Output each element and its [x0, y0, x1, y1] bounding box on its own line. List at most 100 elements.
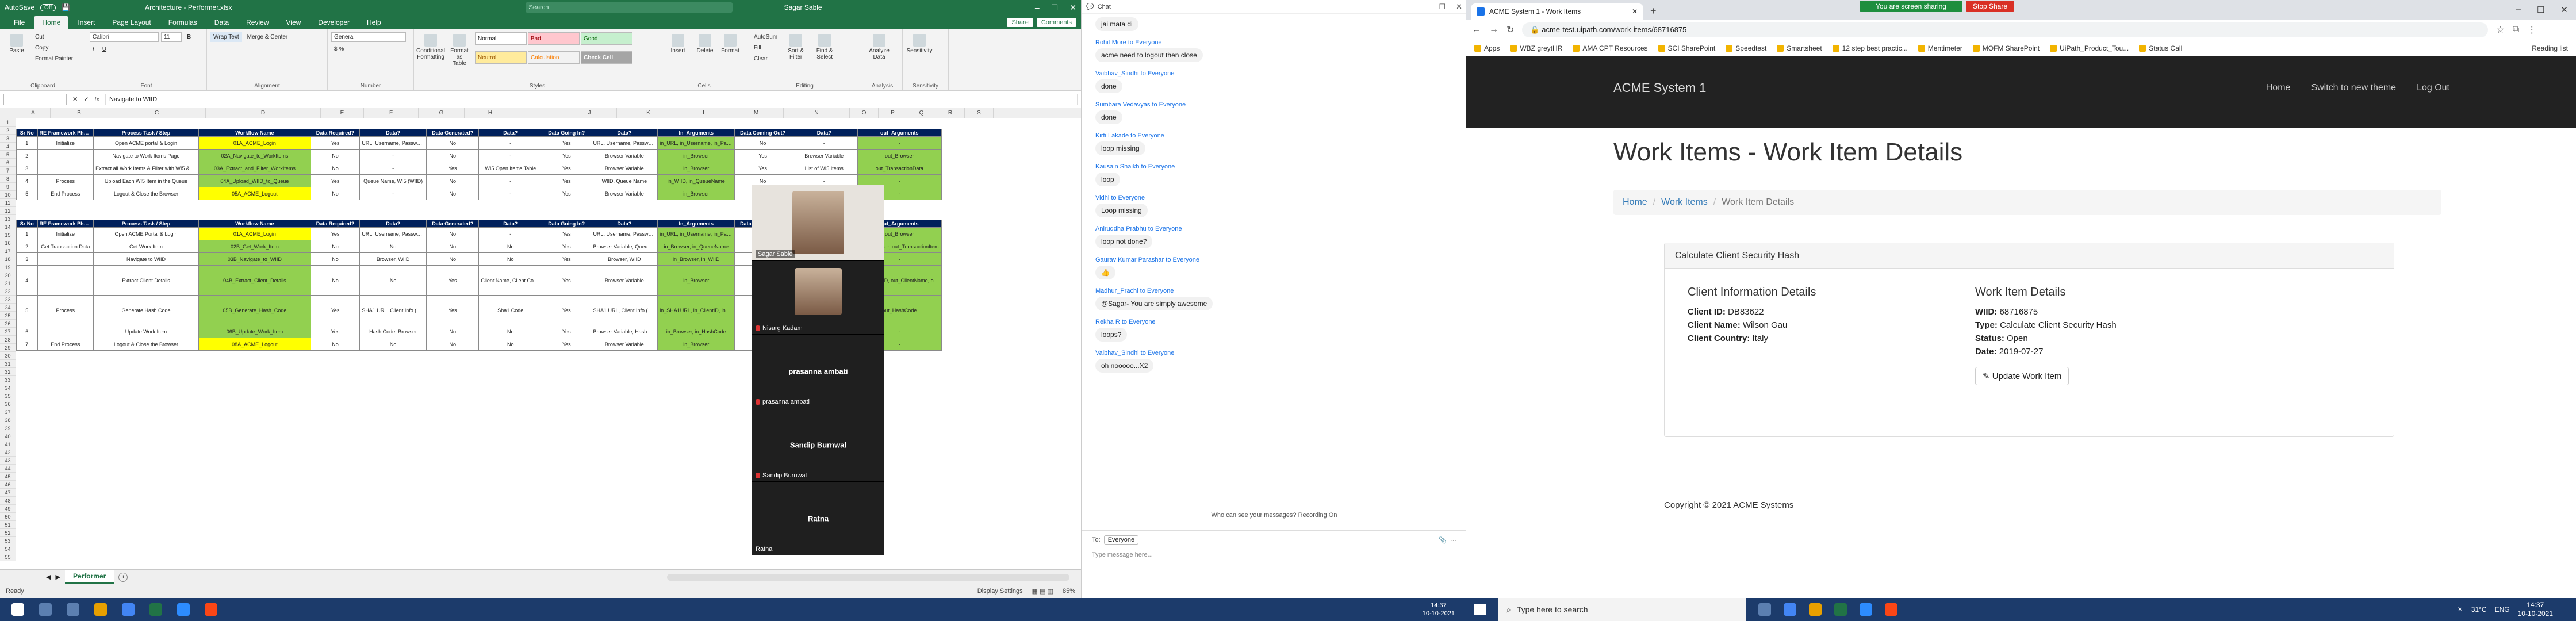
table-cell[interactable]: 2 [16, 240, 38, 253]
table-cell[interactable]: Yes [734, 149, 791, 162]
row-header[interactable]: 37 [0, 408, 16, 416]
table-cell[interactable]: No [478, 252, 543, 266]
table-cell[interactable]: 7 [16, 338, 38, 351]
row-header[interactable]: 7 [0, 167, 16, 175]
new-tab-icon[interactable]: + [1643, 5, 1663, 20]
row-header[interactable]: 12 [0, 207, 16, 215]
underline-icon[interactable]: U [99, 44, 109, 54]
table-cell[interactable]: 1 [16, 227, 38, 240]
table-cell[interactable]: No [734, 136, 791, 150]
forward-icon[interactable]: → [1489, 25, 1498, 35]
table-cell[interactable]: - [478, 149, 543, 162]
table-cell[interactable]: No [426, 252, 480, 266]
bookmark-item[interactable]: Speedtest [1726, 44, 1766, 52]
row-header[interactable]: 27 [0, 328, 16, 336]
zoom-icon[interactable] [1860, 603, 1872, 616]
header-cell[interactable]: Data Required? [310, 129, 361, 137]
table-cell[interactable]: in_WIID, in_QueueName [657, 174, 735, 187]
table-cell[interactable]: 4 [16, 265, 38, 296]
conditional-formatting-button[interactable]: Conditional Formatting [416, 32, 445, 68]
table-cell[interactable]: Yes [310, 295, 361, 325]
table-cell[interactable]: in_Browser [657, 162, 735, 175]
table-cell[interactable]: 04B_Extract_Client_Details [198, 265, 311, 296]
table-cell[interactable]: Generate Hash Code [93, 295, 199, 325]
table-cell[interactable]: Yes [542, 227, 592, 240]
formula-input[interactable]: Navigate to WIID [105, 93, 1078, 105]
table-cell[interactable]: Process [37, 174, 94, 187]
table-cell[interactable]: Open ACME portal & Login [93, 136, 199, 150]
table-cell[interactable]: 5 [16, 295, 38, 325]
cut-button[interactable]: Cut [32, 32, 76, 42]
row-header[interactable]: 35 [0, 392, 16, 400]
table-cell[interactable]: Browser Variable [591, 187, 658, 200]
table-cell[interactable]: 1 [16, 136, 38, 150]
search-icon[interactable] [39, 603, 52, 616]
header-cell[interactable]: out_Arguments [857, 129, 942, 137]
column-header[interactable]: O [850, 108, 879, 118]
wrap-text-button[interactable]: Wrap Text [210, 32, 242, 42]
row-header[interactable]: 39 [0, 424, 16, 432]
row-header[interactable]: 40 [0, 432, 16, 440]
table-cell[interactable]: 08A_ACME_Logout [198, 338, 311, 351]
autosum-button[interactable]: AutoSum [751, 32, 780, 42]
row-header[interactable]: 38 [0, 416, 16, 424]
bookmark-item[interactable]: SCI SharePoint [1658, 44, 1715, 52]
table-cell[interactable]: 01A_ACME_Login [198, 227, 311, 240]
format-as-table-button[interactable]: Format as Table [446, 32, 473, 68]
table-cell[interactable]: 05B_Generate_Hash_Code [198, 295, 311, 325]
table-cell[interactable]: 02B_Get_Work_Item [198, 240, 311, 253]
row-header[interactable]: 15 [0, 231, 16, 239]
table-cell[interactable]: in_Browser [657, 338, 735, 351]
header-cell[interactable]: Data? [359, 220, 427, 228]
table-cell[interactable]: Browser Variable [591, 162, 658, 175]
row-header[interactable]: 51 [0, 521, 16, 529]
header-cell[interactable]: Data Coming Out? [734, 129, 791, 137]
row-header[interactable]: 48 [0, 497, 16, 505]
table-cell[interactable]: Yes [542, 240, 592, 253]
header-cell[interactable]: Data? [790, 129, 858, 137]
table-cell[interactable]: 02A_Navigate_to_WorkItems [198, 149, 311, 162]
table-cell[interactable]: No [426, 187, 480, 200]
table-cell[interactable] [37, 265, 94, 296]
table-cell[interactable]: in_URL, in_Username, in_Password [657, 227, 735, 240]
header-cell[interactable]: RE Framework Phase [37, 220, 94, 228]
chrome-icon[interactable] [1784, 603, 1796, 616]
prev-sheet-icon[interactable]: ◀ [46, 573, 51, 581]
table-cell[interactable]: Browser Variable [591, 338, 658, 351]
table-cell[interactable]: Logout & Close the Browser [93, 187, 199, 200]
column-header[interactable]: E [321, 108, 364, 118]
find-select-button[interactable]: Find & Select [811, 32, 838, 64]
row-header[interactable]: 1 [0, 118, 16, 126]
header-cell[interactable]: Process Task / Step [93, 129, 199, 137]
copy-button[interactable]: Copy [32, 43, 76, 53]
table-cell[interactable]: in_Browser [657, 149, 735, 162]
row-header[interactable]: 3 [0, 135, 16, 143]
table-cell[interactable]: Yes [426, 265, 480, 296]
table-cell[interactable]: No [359, 240, 427, 253]
table-cell[interactable] [37, 149, 94, 162]
start-icon[interactable] [12, 603, 24, 616]
row-header[interactable]: 31 [0, 360, 16, 368]
column-header[interactable]: H [465, 108, 516, 118]
header-cell[interactable]: Data Going In? [542, 129, 592, 137]
table-cell[interactable]: Browser Variable [790, 149, 858, 162]
table-cell[interactable]: - [359, 187, 427, 200]
header-cell[interactable]: Data Going In? [542, 220, 592, 228]
header-cell[interactable]: In_Arguments [657, 220, 735, 228]
column-header[interactable]: K [617, 108, 680, 118]
table-cell[interactable]: No [426, 174, 480, 187]
nav-home[interactable]: Home [2266, 83, 2291, 93]
table-cell[interactable]: Client Name, Client Country, Client ID [478, 265, 543, 296]
table-cell[interactable]: Browser Variable, Queue Name [591, 240, 658, 253]
reading-list[interactable]: Reading list [2532, 44, 2568, 52]
column-header[interactable]: I [516, 108, 562, 118]
table-cell[interactable]: No [310, 162, 361, 175]
table-cell[interactable]: Get Transaction Data [37, 240, 94, 253]
close-tab-icon[interactable]: ✕ [1632, 7, 1638, 16]
row-header[interactable]: 54 [0, 545, 16, 553]
table-cell[interactable]: Logout & Close the Browser [93, 338, 199, 351]
table-cell[interactable]: Update Work Item [93, 325, 199, 338]
acme-brand[interactable]: ACME System 1 [1613, 80, 1706, 95]
maximize-icon[interactable]: ☐ [2537, 5, 2544, 15]
table-cell[interactable]: Yes [542, 338, 592, 351]
